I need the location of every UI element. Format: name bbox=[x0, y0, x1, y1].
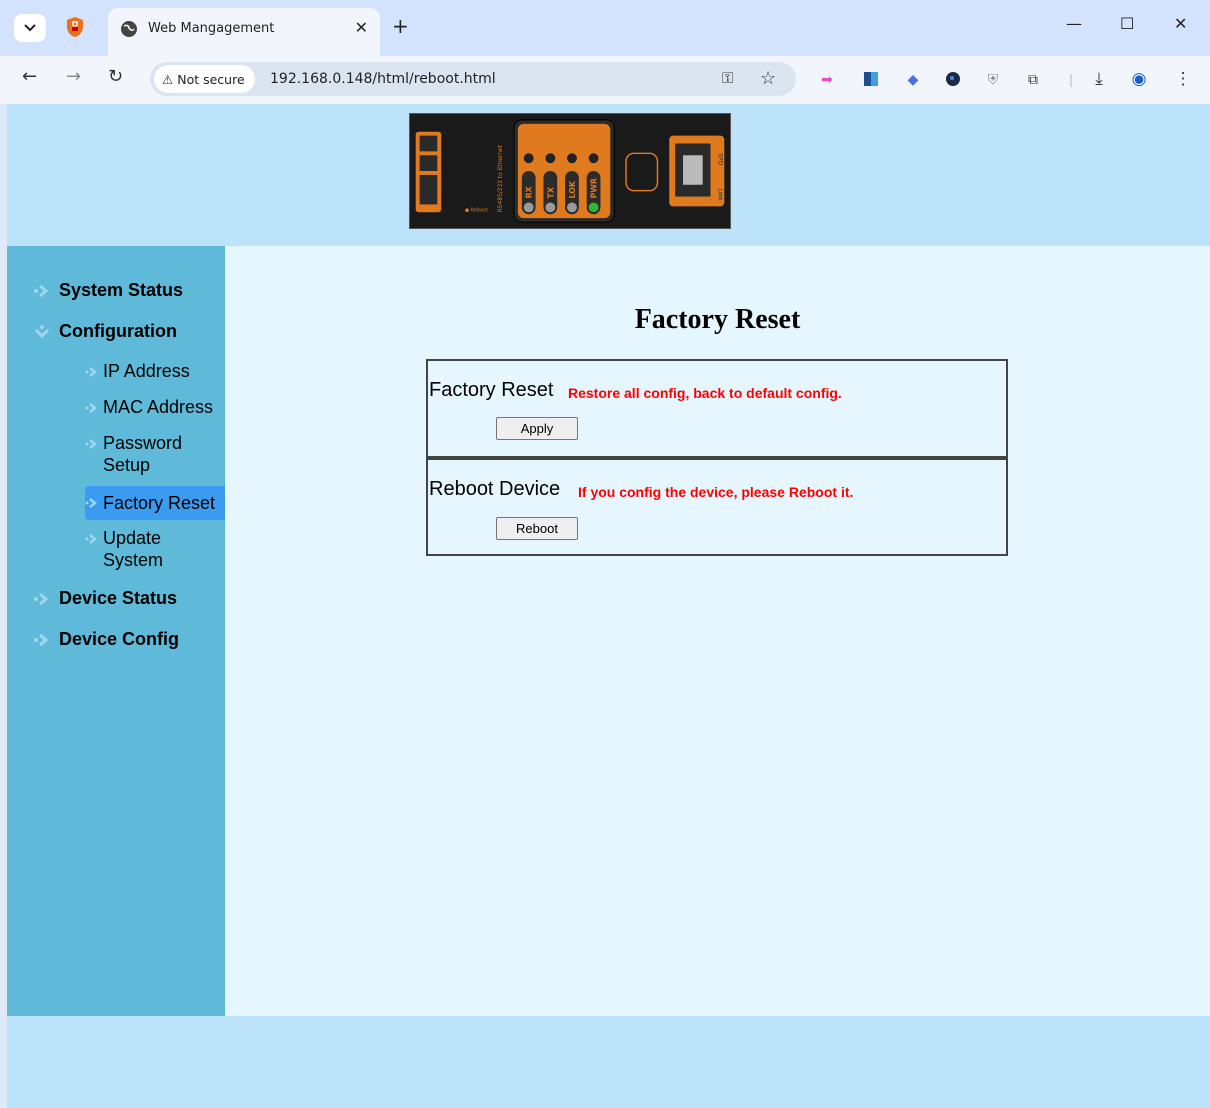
security-label: Not secure bbox=[177, 71, 245, 87]
reboot-device-panel: Reboot Device If you config the device, … bbox=[426, 458, 1008, 556]
tab-title: Web Mangagement bbox=[148, 21, 275, 36]
sidebar-item-factory-reset[interactable]: Factory Reset bbox=[85, 486, 225, 520]
arrow-right-icon bbox=[85, 403, 98, 413]
sidebar-item-system-status[interactable]: System Status bbox=[33, 280, 183, 301]
sidebar-item-ip-address[interactable]: IP Address bbox=[85, 360, 225, 382]
back-icon[interactable]: ← bbox=[22, 66, 37, 87]
svg-text:PWR: PWR bbox=[590, 178, 599, 198]
main-content: Factory Reset Factory Reset Restore all … bbox=[225, 246, 1210, 1016]
factory-reset-note: Restore all config, back to default conf… bbox=[568, 385, 842, 401]
browser-window: Web Mangagement ✕ + — ☐ ✕ ← → ↻ ⚠ Not se… bbox=[0, 0, 1210, 1108]
sidebar-item-label: System Status bbox=[59, 280, 184, 300]
svg-text:LOK: LOK bbox=[568, 180, 577, 198]
arrow-right-icon bbox=[34, 633, 49, 646]
sidebar-item-label: Device Status bbox=[59, 588, 178, 608]
tab-search-button[interactable] bbox=[14, 14, 46, 42]
close-tab-icon[interactable]: ✕ bbox=[355, 18, 368, 37]
extensions-puzzle-icon[interactable]: ⧉ bbox=[1024, 70, 1042, 88]
arrow-right-icon bbox=[85, 534, 98, 544]
arrow-right-icon bbox=[85, 367, 98, 377]
arrow-down-icon bbox=[34, 324, 50, 338]
header-banner: RS485/232 to Ethernet ● Reboot RX TX LOK… bbox=[7, 104, 1210, 246]
arrow-right-icon bbox=[85, 439, 98, 449]
sidebar-item-label: MAC Address bbox=[103, 397, 214, 417]
sidebar-nav: System Status Configuration IP Address M… bbox=[7, 246, 225, 1016]
address-bar[interactable]: ⚠ Not secure 192.168.0.148/html/reboot.h… bbox=[150, 62, 796, 96]
minimize-icon[interactable]: — bbox=[1066, 14, 1082, 33]
tab-bar: Web Mangagement ✕ + — ☐ ✕ bbox=[0, 0, 1210, 56]
factory-reset-label: Factory Reset bbox=[429, 379, 554, 401]
svg-text:SPD: SPD bbox=[716, 153, 722, 165]
page-title: Factory Reset bbox=[634, 304, 801, 335]
sidebar-item-label: Password Setup bbox=[103, 433, 183, 475]
sidebar-item-label: Update System bbox=[103, 528, 164, 570]
reload-icon[interactable]: ↻ bbox=[108, 66, 123, 87]
page-footer bbox=[7, 1016, 1210, 1108]
svg-text:RS485/232 to Ethernet: RS485/232 to Ethernet bbox=[498, 144, 504, 212]
apply-button[interactable]: Apply bbox=[496, 417, 578, 440]
menu-kebab-icon[interactable]: ⋮ bbox=[1174, 69, 1192, 88]
maximize-icon[interactable]: ☐ bbox=[1120, 14, 1134, 33]
tab-active[interactable]: Web Mangagement ✕ bbox=[108, 8, 380, 56]
sidebar-item-label: Device Config bbox=[59, 629, 180, 649]
svg-text:Link: Link bbox=[716, 189, 722, 202]
forward-icon[interactable]: → bbox=[66, 66, 81, 87]
key-icon[interactable]: ⚿ bbox=[722, 70, 733, 87]
page-viewport: RS485/232 to Ethernet ● Reboot RX TX LOK… bbox=[7, 104, 1210, 1108]
toolbar-divider: | bbox=[1069, 71, 1073, 87]
extension-shield-icon[interactable] bbox=[64, 16, 86, 38]
reboot-device-note: If you config the device, please Reboot … bbox=[578, 484, 854, 500]
sidebar-item-device-status[interactable]: Device Status bbox=[33, 588, 177, 609]
arrow-right-icon bbox=[34, 592, 49, 605]
svg-text:● Reboot: ● Reboot bbox=[465, 207, 488, 213]
url-text[interactable]: 192.168.0.148/html/reboot.html bbox=[270, 71, 496, 87]
sidebar-item-label: Configuration bbox=[59, 321, 177, 341]
extension-bookmark-icon[interactable] bbox=[862, 70, 880, 88]
sidebar-item-password-setup[interactable]: Password Setup bbox=[85, 432, 225, 476]
extension-circle-icon[interactable] bbox=[944, 70, 962, 88]
extension-shield-gray-icon[interactable]: ⛨ bbox=[984, 70, 1002, 88]
reboot-device-label: Reboot Device bbox=[429, 478, 561, 500]
download-icon[interactable]: ⤓ bbox=[1090, 69, 1108, 88]
warning-icon: ⚠ bbox=[162, 71, 174, 87]
extension-tag-icon[interactable]: ◆ bbox=[904, 70, 922, 88]
bookmark-star-icon[interactable]: ☆ bbox=[760, 68, 776, 89]
svg-text:RX: RX bbox=[525, 186, 534, 198]
device-front-panel-image: RS485/232 to Ethernet ● Reboot RX TX LOK… bbox=[409, 113, 731, 229]
factory-reset-panel: Factory Reset Restore all config, back t… bbox=[426, 359, 1008, 458]
svg-text:TX: TX bbox=[546, 187, 555, 198]
arrow-right-icon bbox=[34, 284, 49, 297]
chevron-down-icon bbox=[24, 24, 36, 32]
profile-icon[interactable]: ◉ bbox=[1130, 69, 1148, 88]
sidebar-item-update-system[interactable]: Update System bbox=[85, 527, 225, 571]
sidebar-item-label: IP Address bbox=[103, 361, 190, 381]
sidebar-item-configuration[interactable]: Configuration bbox=[33, 321, 177, 342]
sidebar-item-mac-address[interactable]: MAC Address bbox=[85, 396, 225, 418]
security-chip[interactable]: ⚠ Not secure bbox=[154, 65, 255, 93]
extension-arrow-icon[interactable]: ➡ bbox=[818, 70, 836, 88]
close-window-icon[interactable]: ✕ bbox=[1174, 14, 1187, 33]
reboot-button[interactable]: Reboot bbox=[496, 517, 578, 540]
arrow-right-icon bbox=[85, 498, 98, 508]
new-tab-icon[interactable]: + bbox=[392, 14, 409, 38]
sidebar-item-label: Factory Reset bbox=[103, 493, 216, 513]
globe-icon bbox=[121, 21, 137, 37]
sidebar-item-device-config[interactable]: Device Config bbox=[33, 629, 179, 650]
